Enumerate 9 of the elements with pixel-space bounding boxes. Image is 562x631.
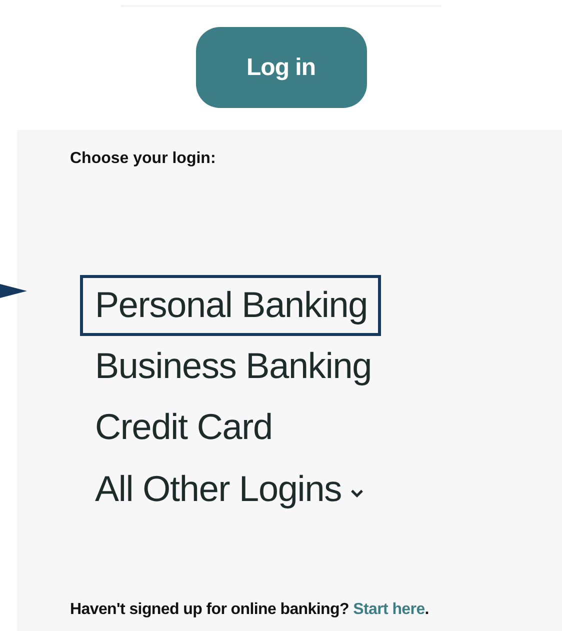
log-in-button[interactable]: Log in	[196, 27, 366, 108]
prompt-text: Choose your login:	[70, 150, 216, 168]
login-option-link[interactable]: Business Banking	[80, 336, 385, 398]
login-option-link[interactable]: Personal Banking	[80, 275, 381, 336]
start-here-link[interactable]: Start here	[353, 601, 425, 618]
chevron-down-icon	[350, 488, 364, 498]
signup-prompt-text: Haven't signed up for online banking? Start here.	[70, 601, 430, 619]
login-option-link[interactable]: All Other Logins	[80, 458, 377, 520]
login-option-link[interactable]: Credit Card	[80, 397, 286, 459]
